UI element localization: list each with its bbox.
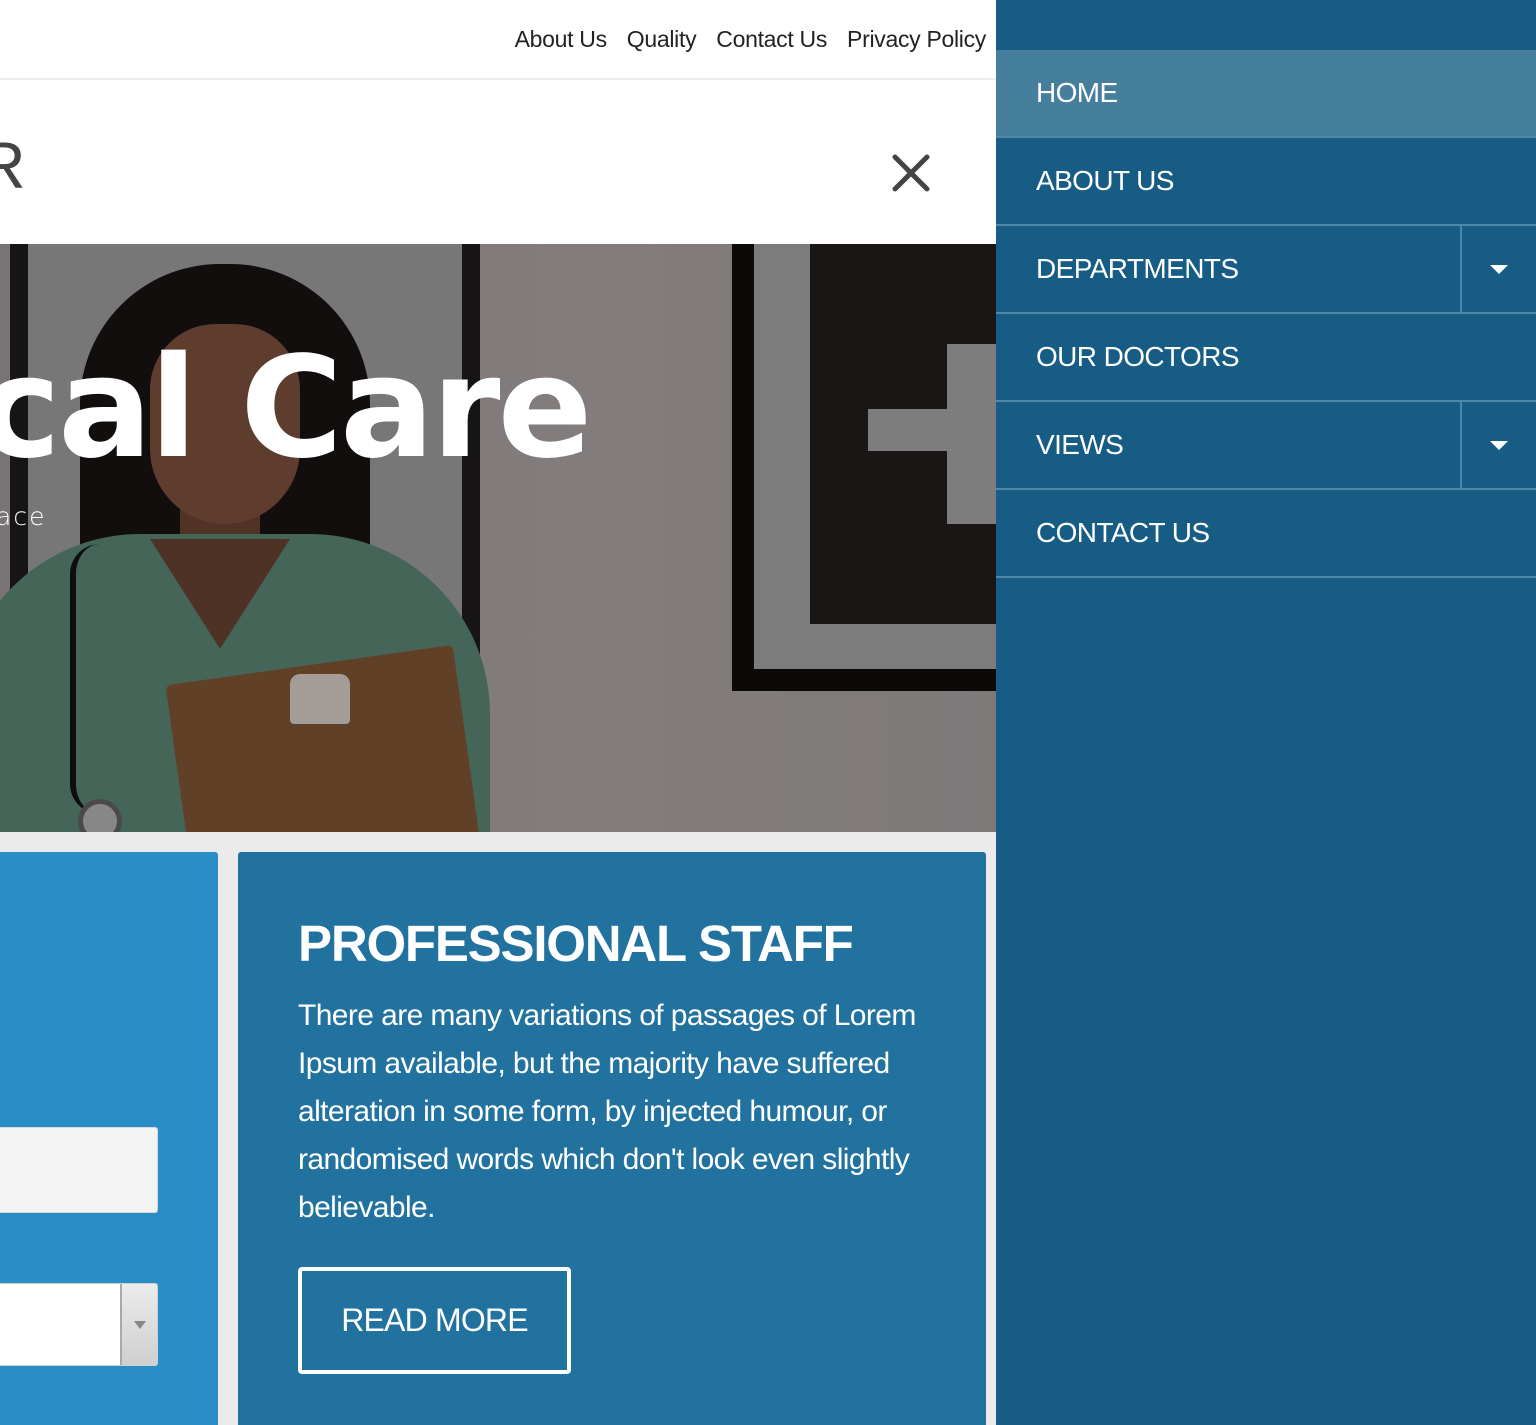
caret-down-icon	[1490, 264, 1508, 274]
menu-link-contact-us[interactable]: CONTACT US	[996, 490, 1536, 576]
menu-link-about-us[interactable]: ABOUT US	[996, 138, 1536, 224]
close-icon	[892, 154, 930, 192]
feature-cards: PROFESSIONAL STAFF There are many variat…	[0, 832, 996, 1425]
menu-link-our-doctors[interactable]: OUR DOCTORS	[996, 314, 1536, 400]
menu-item-about-us: ABOUT US	[996, 138, 1536, 226]
site-logo[interactable]: R	[0, 132, 26, 198]
hero-subtitle: ace	[0, 502, 47, 531]
menu-item-contact-us: CONTACT US	[996, 490, 1536, 578]
menu-item-views: VIEWS	[996, 402, 1536, 490]
menu-item-departments: DEPARTMENTS	[996, 226, 1536, 314]
professional-staff-card: PROFESSIONAL STAFF There are many variat…	[238, 852, 986, 1425]
hero-title: cal Care	[0, 327, 592, 490]
caret-down-icon	[1490, 440, 1508, 450]
select-arrow[interactable]	[120, 1284, 157, 1365]
menu-item-home: HOME	[996, 50, 1536, 138]
views-submenu-toggle[interactable]	[1460, 402, 1536, 488]
top-bar: About Us Quality Contact Us Privacy Poli…	[0, 0, 996, 80]
appointment-select[interactable]	[0, 1283, 158, 1366]
offcanvas-menu: HOME ABOUT US DEPARTMENTS OUR DOCTORS VI…	[996, 0, 1536, 1425]
site-header: R	[0, 82, 996, 244]
menu-link-home[interactable]: HOME	[996, 50, 1536, 136]
top-link-contact-us[interactable]: Contact Us	[716, 26, 827, 53]
card-title: PROFESSIONAL STAFF	[298, 915, 854, 972]
departments-submenu-toggle[interactable]	[1460, 226, 1536, 312]
page-content: About Us Quality Contact Us Privacy Poli…	[0, 0, 996, 1425]
main-menu: HOME ABOUT US DEPARTMENTS OUR DOCTORS VI…	[996, 50, 1536, 578]
top-link-quality[interactable]: Quality	[627, 26, 697, 53]
menu-item-our-doctors: OUR DOCTORS	[996, 314, 1536, 402]
card-body: There are many variations of passages of…	[298, 999, 916, 1224]
top-link-about-us[interactable]: About Us	[515, 26, 608, 53]
hero-banner: cal Care ace	[0, 244, 996, 832]
close-menu-button[interactable]	[888, 150, 934, 196]
menu-link-departments[interactable]: DEPARTMENTS	[996, 226, 1460, 312]
menu-link-views[interactable]: VIEWS	[996, 402, 1460, 488]
appointment-text-input[interactable]	[0, 1127, 158, 1213]
top-link-privacy-policy[interactable]: Privacy Policy	[847, 26, 986, 53]
read-more-button[interactable]: READ MORE	[298, 1267, 571, 1374]
caret-down-icon	[133, 1320, 146, 1329]
top-links: About Us Quality Contact Us Privacy Poli…	[515, 26, 987, 53]
